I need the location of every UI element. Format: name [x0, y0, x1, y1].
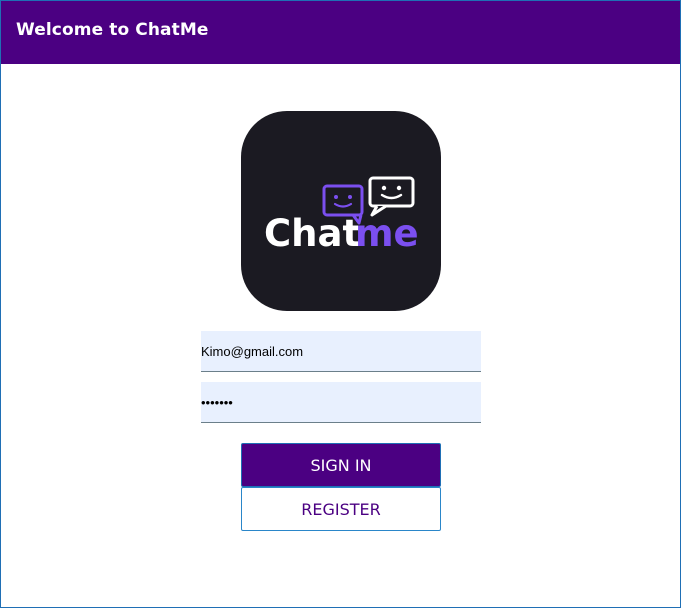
- logo-text-chat: Chat: [264, 212, 360, 255]
- register-button[interactable]: REGISTER: [241, 487, 441, 531]
- chat-bubbles-icon: Chat me: [264, 176, 419, 255]
- app-header: Welcome to ChatMe: [1, 0, 680, 64]
- app-window: Welcome to ChatMe Chat me SIGN IN REGIST…: [0, 0, 681, 608]
- email-field[interactable]: [201, 331, 481, 372]
- logo-text-me: me: [355, 212, 419, 255]
- chatme-logo: Chat me: [241, 111, 441, 311]
- password-field[interactable]: [201, 382, 481, 423]
- page-title: Welcome to ChatMe: [16, 20, 209, 40]
- sign-in-button[interactable]: SIGN IN: [241, 443, 441, 487]
